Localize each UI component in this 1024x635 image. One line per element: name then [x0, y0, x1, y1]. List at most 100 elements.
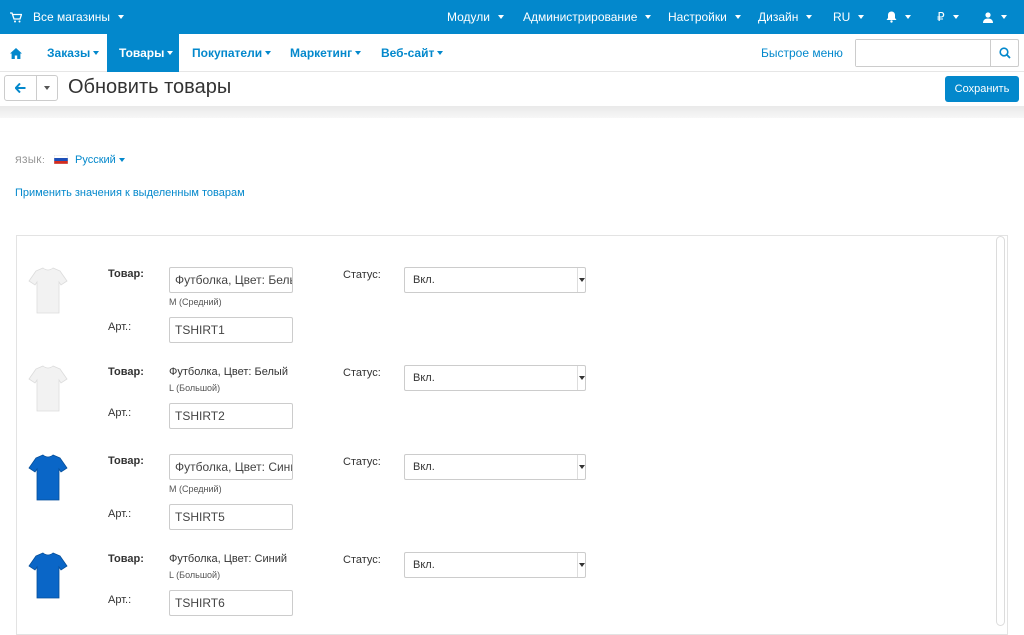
settings-menu[interactable]: Настройки [668, 0, 741, 34]
sku-label: Арт.: [108, 594, 132, 606]
russia-flag-icon [54, 155, 68, 164]
language-selector[interactable]: Русский [75, 154, 125, 166]
modules-menu[interactable]: Модули [447, 0, 504, 34]
chevron-down-icon [577, 268, 585, 292]
product-thumbnail[interactable] [28, 550, 68, 602]
product-name-input[interactable]: Футболка, Цвет: Синий [169, 454, 293, 480]
language-value: Русский [75, 154, 116, 166]
status-select[interactable]: Вкл. [404, 365, 586, 391]
search-button[interactable] [990, 40, 1018, 66]
product-thumbnail[interactable] [28, 452, 68, 504]
sku-input[interactable]: TSHIRT5 [169, 504, 293, 530]
status-label: Статус: [343, 554, 381, 566]
chevron-down-icon [905, 15, 911, 19]
sku-input[interactable]: TSHIRT1 [169, 317, 293, 343]
status-value: Вкл. [413, 274, 435, 286]
product-name: Футболка, Цвет: Белый [169, 366, 288, 378]
search-icon [998, 47, 1011, 59]
chevron-down-icon [497, 15, 504, 19]
store-selector-label: Все магазины [33, 10, 111, 24]
chevron-down-icon [577, 455, 585, 479]
scrollbar[interactable] [996, 236, 1005, 626]
design-menu[interactable]: Дизайн [758, 0, 813, 34]
chevron-down-icon [437, 51, 444, 55]
apply-to-selected-link[interactable]: Применить значения к выделенным товарам [15, 187, 245, 199]
nav-marketing[interactable]: Маркетинг [290, 34, 362, 72]
search-box [855, 39, 1019, 67]
status-select[interactable]: Вкл. [404, 267, 586, 293]
status-label: Статус: [343, 367, 381, 379]
nav-website-label: Веб-сайт [381, 46, 435, 60]
nav-marketing-label: Маркетинг [290, 46, 353, 60]
product-name-input[interactable]: Футболка, Цвет: Белый [169, 267, 293, 293]
sku-label: Арт.: [108, 407, 132, 419]
bell-icon [886, 11, 897, 23]
nav-orders[interactable]: Заказы [47, 34, 100, 72]
chevron-down-icon [44, 86, 50, 90]
chevron-down-icon [1001, 15, 1007, 19]
currency-menu[interactable]: ₽ [937, 0, 959, 34]
product-thumbnail[interactable] [28, 265, 68, 317]
product-variant: L (Большой) [169, 383, 221, 393]
product-label: Товар: [108, 268, 144, 280]
user-icon [983, 11, 993, 23]
product-label: Товар: [108, 553, 144, 565]
status-label: Статус: [343, 269, 381, 281]
arrow-left-icon [15, 83, 26, 93]
chevron-down-icon [734, 15, 741, 19]
top-bar: Все магазины Модули Администрирование На… [0, 0, 1024, 34]
nav-customers[interactable]: Покупатели [192, 34, 272, 72]
sku-input[interactable]: TSHIRT2 [169, 403, 293, 429]
nav-website[interactable]: Веб-сайт [381, 34, 444, 72]
chevron-down-icon [858, 15, 865, 19]
chevron-down-icon [118, 158, 125, 162]
status-value: Вкл. [413, 372, 435, 384]
product-name: Футболка, Цвет: Синий [169, 553, 287, 565]
language-menu-label: RU [833, 10, 851, 24]
store-selector[interactable]: Все магазины [10, 0, 125, 34]
product-variant: L (Большой) [169, 570, 221, 580]
nav-products[interactable]: Товары [107, 34, 179, 72]
chevron-down-icon [265, 51, 272, 55]
home-icon [10, 47, 22, 59]
sku-label: Арт.: [108, 321, 132, 333]
search-input[interactable] [856, 40, 992, 66]
cart-icon [10, 11, 22, 22]
back-button[interactable] [5, 76, 37, 100]
status-select[interactable]: Вкл. [404, 454, 586, 480]
chevron-down-icon [952, 15, 959, 19]
currency-menu-label: ₽ [937, 10, 945, 24]
page-title: Обновить товары [68, 76, 232, 98]
chevron-down-icon [118, 15, 125, 19]
settings-menu-label: Настройки [668, 10, 727, 24]
nav-customers-label: Покупатели [192, 46, 263, 60]
quick-menu-link[interactable]: Быстрое меню [761, 34, 843, 72]
modules-menu-label: Модули [447, 10, 490, 24]
notifications-menu[interactable] [886, 0, 911, 34]
product-thumbnail[interactable] [28, 363, 68, 415]
chevron-down-icon [355, 51, 362, 55]
product-label: Товар: [108, 366, 144, 378]
product-label: Товар: [108, 455, 144, 467]
design-menu-label: Дизайн [758, 10, 799, 24]
user-menu[interactable] [983, 0, 1007, 34]
main-nav: Заказы Товары Покупатели Маркетинг Веб-с… [0, 34, 1024, 72]
admin-menu[interactable]: Администрирование [523, 0, 652, 34]
save-button[interactable]: Сохранить [945, 76, 1019, 102]
nav-products-label: Товары [119, 46, 165, 60]
chevron-down-icon [577, 553, 585, 577]
language-menu[interactable]: RU [833, 0, 865, 34]
chevron-down-icon [167, 51, 174, 55]
toolbar-divider [0, 106, 1024, 118]
sku-label: Арт.: [108, 508, 132, 520]
chevron-down-icon [645, 15, 652, 19]
back-dropdown-button[interactable] [37, 76, 57, 100]
nav-home[interactable] [0, 34, 32, 72]
chevron-down-icon [577, 366, 585, 390]
status-label: Статус: [343, 456, 381, 468]
status-select[interactable]: Вкл. [404, 552, 586, 578]
sku-input[interactable]: TSHIRT6 [169, 590, 293, 616]
product-variant: M (Средний) [169, 484, 222, 494]
chevron-down-icon [93, 51, 100, 55]
nav-orders-label: Заказы [47, 46, 91, 60]
